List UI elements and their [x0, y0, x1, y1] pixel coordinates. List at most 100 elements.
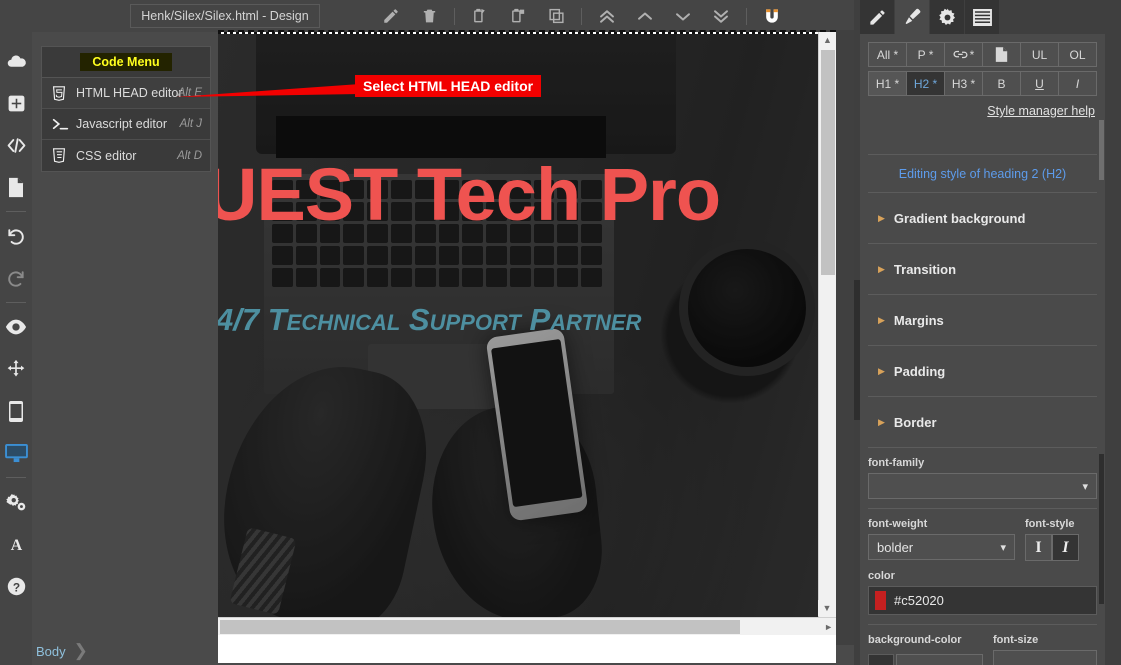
toolbar-divider	[454, 7, 455, 25]
background-fontsize-row: background-color font-size	[868, 625, 1097, 665]
cut-button[interactable]	[461, 0, 499, 32]
accordion-transition[interactable]: ▶ Transition	[868, 244, 1097, 295]
selector-link-suffix: *	[969, 47, 975, 62]
chevron-right-icon: ▶	[878, 212, 885, 223]
accordion-border[interactable]: ▶ Border	[868, 397, 1097, 448]
background-color-swatch[interactable]	[868, 654, 894, 665]
document-title[interactable]: Henk/Silex/Silex.html - Design	[130, 4, 320, 28]
selector-h1[interactable]: H1 *	[868, 71, 906, 96]
svg-text:A: A	[10, 537, 22, 554]
accordion-gradient-background[interactable]: ▶ Gradient background	[868, 193, 1097, 244]
hero-headline[interactable]: UEST Tech Pro	[218, 152, 721, 237]
add-element-icon[interactable]	[0, 82, 32, 124]
horizontal-scroll-thumb[interactable]	[220, 620, 740, 634]
background-color-input[interactable]	[896, 654, 983, 665]
breadcrumb: Body ❯	[36, 641, 88, 661]
tab-layers[interactable]	[965, 0, 1000, 34]
color-value: #c52020	[894, 593, 944, 608]
color-label: color	[868, 570, 895, 582]
color-swatch[interactable]	[875, 591, 886, 610]
page-icon[interactable]	[0, 166, 32, 208]
gears-icon[interactable]	[0, 481, 32, 523]
move-up-button[interactable]	[626, 0, 664, 32]
menu-item-css-editor[interactable]: CSS editor Alt D	[42, 140, 210, 171]
font-style-normal-button[interactable]: I	[1025, 534, 1052, 561]
selector-bold[interactable]: B	[982, 71, 1020, 96]
selector-row-2: H1 * H2 * H3 * B U I	[868, 71, 1097, 96]
move-to-bottom-button[interactable]	[702, 0, 740, 32]
hero-subheadline[interactable]: 4/7 Technical Support Partner	[218, 302, 641, 338]
color-input[interactable]: #c52020	[868, 586, 1097, 615]
font-family-select[interactable]: ▾	[868, 473, 1097, 499]
callout-label: Select HTML HEAD editor	[355, 75, 542, 97]
canvas-horizontal-scrollbar[interactable]: ►	[218, 617, 836, 635]
code-icon[interactable]	[0, 124, 32, 166]
canvas-selection-outline: UEST Tech Pro 4/7 Technical Support Part…	[218, 30, 836, 620]
eye-icon[interactable]	[0, 306, 32, 348]
scroll-right-arrow[interactable]: ►	[824, 618, 833, 636]
redo-icon[interactable]	[0, 257, 32, 299]
selector-h3[interactable]: H3 *	[944, 71, 982, 96]
selector-underline[interactable]: U	[1020, 71, 1058, 96]
style-panel: All * P * * UL OL H1 * H2 * H3 * B U I S…	[860, 34, 1105, 665]
toolbar-divider-2	[581, 7, 582, 25]
code-menu-header: Code Menu	[42, 47, 210, 78]
accordion-margins[interactable]: ▶ Margins	[868, 295, 1097, 346]
panel-scroll-thumb[interactable]	[1099, 120, 1104, 180]
chevron-right-icon: ▶	[878, 365, 885, 376]
menu-item-javascript-editor[interactable]: Javascript editor Alt J	[42, 109, 210, 140]
move-to-top-button[interactable]	[588, 0, 626, 32]
breadcrumb-item-body[interactable]: Body	[36, 644, 66, 659]
font-style-italic-button[interactable]: I	[1052, 534, 1079, 561]
tab-style[interactable]	[895, 0, 930, 34]
chevron-right-icon: ▶	[878, 416, 885, 427]
hero-section[interactable]: UEST Tech Pro 4/7 Technical Support Part…	[218, 34, 836, 618]
edit-pencil-button[interactable]	[372, 0, 410, 32]
duplicate-button[interactable]	[537, 0, 575, 32]
move-icon[interactable]	[0, 348, 32, 390]
cloud-icon[interactable]	[0, 40, 32, 82]
magnet-button[interactable]	[753, 0, 791, 32]
accordion-padding[interactable]: ▶ Padding	[868, 346, 1097, 397]
copy-button[interactable]	[499, 0, 537, 32]
selector-h2[interactable]: H2 *	[906, 71, 944, 96]
selector-ul[interactable]: UL	[1020, 42, 1058, 67]
selector-p[interactable]: P *	[906, 42, 944, 67]
svg-text:?: ?	[12, 580, 19, 594]
chevron-down-icon: ▾	[1000, 541, 1006, 554]
desktop-icon[interactable]	[0, 432, 32, 474]
tab-settings[interactable]	[930, 0, 965, 34]
scroll-up-arrow[interactable]: ▲	[819, 32, 836, 48]
move-down-button[interactable]	[664, 0, 702, 32]
tab-properties[interactable]	[860, 0, 895, 34]
canvas-vertical-scrollbar[interactable]: ▲	[818, 32, 836, 620]
left-toolbar: A ?	[0, 0, 32, 665]
chevron-right-icon: ▶	[878, 314, 885, 325]
selector-page[interactable]	[982, 42, 1020, 67]
toolbar-buttons	[372, 0, 791, 32]
font-style-label: font-style	[1025, 518, 1075, 530]
mobile-icon[interactable]	[0, 390, 32, 432]
font-size-label: font-size	[993, 634, 1039, 646]
font-weight-select[interactable]: bolder ▾	[868, 534, 1015, 560]
vertical-scroll-thumb[interactable]	[821, 50, 835, 275]
terminal-icon	[52, 117, 76, 131]
editing-style-label: Editing style of heading 2 (H2)	[898, 166, 1067, 181]
font-weight-value: bolder	[877, 539, 914, 555]
rail-divider-2	[6, 302, 26, 303]
selector-italic[interactable]: I	[1058, 71, 1097, 96]
style-manager-help-link[interactable]: Style manager help	[987, 104, 1095, 118]
panel-tabs	[860, 0, 1000, 34]
delete-button[interactable]	[410, 0, 448, 32]
help-icon[interactable]: ?	[0, 565, 32, 607]
panel-scroll-track[interactable]	[1099, 454, 1104, 604]
font-size-input[interactable]	[993, 650, 1097, 665]
selector-link[interactable]: *	[944, 42, 982, 67]
top-toolbar: Henk/Silex/Silex.html - Design	[32, 0, 854, 32]
design-canvas[interactable]: UEST Tech Pro 4/7 Technical Support Part…	[218, 30, 854, 663]
selector-ol[interactable]: OL	[1058, 42, 1097, 67]
undo-icon[interactable]	[0, 215, 32, 257]
selector-all[interactable]: All *	[868, 42, 906, 67]
html5-icon	[52, 85, 76, 101]
scroll-down-arrow[interactable]: ▼	[818, 600, 836, 616]
